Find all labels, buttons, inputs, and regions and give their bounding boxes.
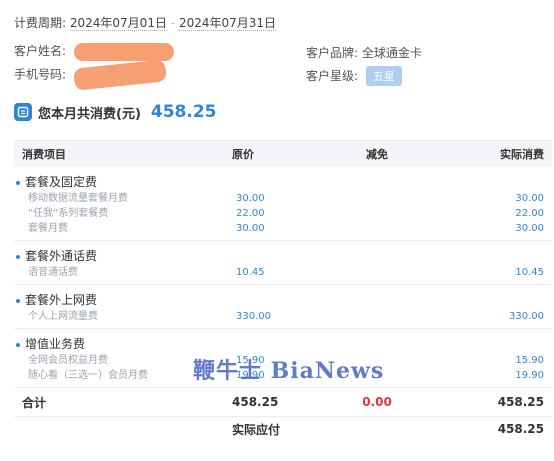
- brand-label: 客户品牌:: [306, 46, 359, 60]
- bill-table: 消费项目 原价 减免 实际消费 套餐及固定费 移动数据流量套餐月费 30.00 30…: [14, 140, 552, 441]
- brand-row: 客户品牌: 全球通金卡: [306, 44, 422, 61]
- brand-value: 全球通金卡: [361, 46, 422, 60]
- group-title: 增值业务费: [14, 335, 552, 353]
- group-data: 套餐外上网费 个人上网流量费 330.00 330.00: [14, 285, 552, 329]
- total-original: 458.25: [232, 395, 279, 409]
- period-end: 2024年07月31日: [178, 16, 277, 31]
- group-title: 套餐及固定费: [14, 173, 552, 191]
- bullet-icon: [16, 298, 20, 303]
- summary-label: 您本月共消费(元): [38, 106, 141, 122]
- header-original: 原价: [232, 148, 254, 161]
- header-actual: 实际消费: [500, 148, 544, 161]
- header-item: 消费项目: [22, 148, 66, 161]
- redacted-name: [73, 42, 174, 61]
- payable-label: 实际应付: [232, 422, 281, 437]
- table-header: 消费项目 原价 减免 实际消费: [14, 140, 552, 167]
- group-call: 套餐外通话费 语音通话费 10.45 10.45: [14, 241, 552, 285]
- summary-amount: 458.25: [150, 102, 217, 122]
- star-row: 客户星级: 五星: [306, 66, 402, 86]
- period-start: 2024年07月01日: [69, 16, 167, 31]
- table-row: 移动数据流量套餐月费 30.00 30.00: [28, 193, 544, 204]
- total-actual: 458.25: [497, 395, 544, 409]
- star-badge: 五星: [365, 66, 402, 86]
- star-label: 客户星级:: [306, 69, 359, 83]
- group-title: 套餐外通话费: [14, 247, 552, 265]
- total-reduction: 0.00: [362, 395, 392, 409]
- bullet-icon: [16, 342, 20, 347]
- group-title: 套餐外上网费: [14, 291, 552, 309]
- monthly-summary: 您本月共消费(元) 458.25: [14, 102, 217, 122]
- bullet-icon: [16, 180, 20, 185]
- total-label: 合计: [22, 395, 47, 410]
- payable-amount: 458.25: [497, 422, 544, 436]
- redacted-phone: [72, 59, 167, 91]
- bullet-icon: [16, 254, 20, 259]
- table-row: 语音通话费 10.45 10.45: [28, 267, 544, 278]
- period-label: 计费周期:: [14, 16, 67, 30]
- period-separator: -: [170, 16, 176, 30]
- table-row: 个人上网流量费 330.00 330.00: [28, 311, 544, 322]
- customer-name-label: 客户姓名:: [14, 44, 67, 58]
- phone-label: 手机号码:: [14, 67, 67, 82]
- customer-name-row: 客户姓名:: [14, 42, 174, 61]
- table-row: “任我”系列套餐费 22.00 22.00: [28, 208, 544, 219]
- phone-row: 手机号码:: [14, 59, 167, 91]
- table-row: 套餐月费 30.00 30.00: [28, 223, 544, 234]
- total-row: 合计 458.25 0.00 458.25: [14, 388, 552, 417]
- payable-row: 实际应付 458.25: [14, 417, 552, 441]
- watermark: 鞭牛士 BiaNews: [193, 358, 385, 384]
- header-reduction: 减免: [366, 148, 388, 161]
- billing-period: 计费周期: 2024年07月01日 - 2024年07月31日: [14, 14, 277, 31]
- bill-icon: [14, 103, 32, 121]
- group-package: 套餐及固定费 移动数据流量套餐月费 30.00 30.00 “任我”系列套餐费 22.…: [14, 167, 552, 241]
